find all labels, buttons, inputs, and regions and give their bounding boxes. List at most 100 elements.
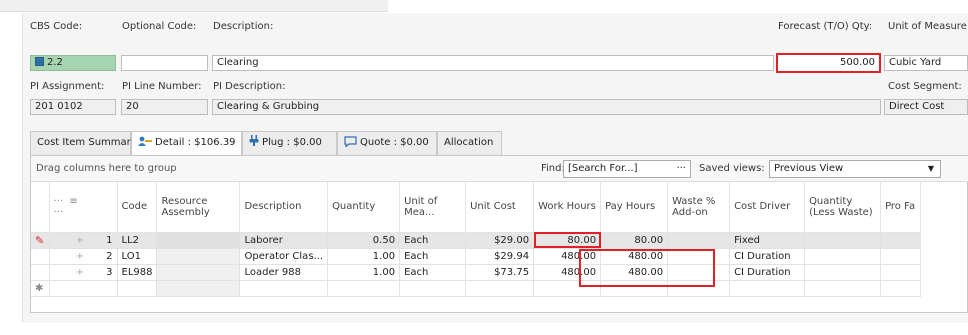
col-code[interactable]: Code — [117, 182, 158, 233]
cell-qty-less[interactable] — [804, 248, 882, 265]
tab-detail[interactable]: Detail : $106.39 — [131, 131, 242, 156]
cell-description[interactable]: Operator Clas... — [239, 248, 329, 265]
col-waste[interactable]: Waste % Add-on — [667, 182, 731, 233]
description-field[interactable]: Clearing — [212, 55, 774, 71]
top-shade — [0, 0, 388, 12]
cell-code[interactable]: EL988 — [117, 264, 158, 281]
cell-quantity[interactable]: 1.00 — [327, 248, 401, 265]
new-row-cell[interactable] — [117, 280, 158, 297]
cell-quantity[interactable]: 0.50 — [327, 232, 401, 249]
header-row: ··· ≡ ··· Code Resource Assembly Descript… — [31, 182, 922, 233]
expand-icon[interactable]: + 3 — [49, 264, 118, 281]
cell-work-hours[interactable]: 80.00 — [533, 232, 602, 249]
col-work-hours[interactable]: Work Hours — [533, 182, 602, 233]
cell-resource[interactable] — [156, 248, 241, 265]
cell-pay-hours[interactable]: 480.00 — [600, 248, 669, 265]
cell-resource[interactable] — [156, 264, 241, 281]
tab-cost-item-summary[interactable]: Cost Item Summary — [30, 131, 137, 155]
tab-label: Allocation — [444, 137, 494, 148]
new-row[interactable]: ✱ — [31, 280, 922, 297]
new-row-cell[interactable] — [327, 280, 401, 297]
cell-waste[interactable] — [667, 232, 731, 249]
cell-unit[interactable]: Each — [399, 248, 467, 265]
col-unit-cost[interactable]: Unit Cost — [465, 182, 535, 233]
column-chooser-icon[interactable]: ··· ≡ ··· — [54, 196, 78, 218]
row-number: 2 — [106, 250, 113, 262]
quote-bubble-icon — [344, 136, 357, 148]
cell-cost-driver[interactable]: CI Duration — [729, 248, 806, 265]
cbs-picker-icon[interactable] — [35, 56, 44, 66]
new-row-cell[interactable] — [667, 280, 731, 297]
row-indicator — [31, 248, 50, 265]
col-quantity[interactable]: Quantity — [327, 182, 401, 233]
tab-plug[interactable]: Plug : $0.00 — [242, 131, 337, 155]
cell-description[interactable]: Laborer — [239, 232, 329, 249]
cell-unit-cost[interactable]: $73.75 — [465, 264, 535, 281]
cell-code[interactable]: LO1 — [117, 248, 158, 265]
cell-unit[interactable]: Each — [399, 264, 467, 281]
table-row[interactable]: + 3 EL988 Loader 988 1.00 Each $73.75 48… — [31, 264, 922, 281]
expand-icon[interactable]: + 1 — [49, 232, 118, 249]
new-row-cell[interactable] — [49, 280, 118, 297]
cell-work-hours[interactable]: 480.00 — [533, 248, 602, 265]
cell-cost-driver[interactable]: CI Duration — [729, 264, 806, 281]
cell-unit[interactable]: Each — [399, 232, 467, 249]
expand-icon[interactable]: + 2 — [49, 248, 118, 265]
tab-quote[interactable]: Quote : $0.00 — [337, 131, 437, 155]
cell-qty-less[interactable] — [804, 232, 882, 249]
cell-qty-less[interactable] — [804, 264, 882, 281]
new-row-cell[interactable] — [399, 280, 467, 297]
col-description[interactable]: Description — [239, 182, 329, 233]
group-panel[interactable]: Drag columns here to group Find: [Search… — [31, 156, 968, 182]
detail-table: ··· ≡ ··· Code Resource Assembly Descript… — [31, 182, 922, 297]
cell-unit-cost[interactable]: $29.00 — [465, 232, 535, 249]
cell-unit-cost[interactable]: $29.94 — [465, 248, 535, 265]
col-pro[interactable]: Pro Fa — [880, 182, 922, 233]
chevron-down-icon: ▼ — [927, 164, 934, 173]
cell-pro[interactable] — [880, 248, 922, 265]
row-number: 1 — [106, 234, 113, 246]
saved-views-select[interactable]: Previous View ▼ — [769, 160, 941, 178]
cell-pay-hours[interactable]: 480.00 — [600, 264, 669, 281]
find-options-button[interactable]: ··· — [676, 161, 686, 177]
cell-cost-driver[interactable]: Fixed — [729, 232, 806, 249]
forecast-qty-field[interactable]: 500.00 — [776, 53, 881, 73]
cost-segment-field: Direct Cost — [884, 99, 968, 115]
cell-pay-hours[interactable]: 80.00 — [600, 232, 669, 249]
col-cost-driver[interactable]: Cost Driver — [729, 182, 806, 233]
table-row[interactable]: ✎ + 1 LL2 Laborer 0.50 Each $29.00 80.00… — [31, 232, 922, 249]
cell-quantity[interactable]: 1.00 — [327, 264, 401, 281]
find-input[interactable]: [Search For...] ··· — [563, 160, 691, 178]
new-row-cell[interactable] — [239, 280, 329, 297]
col-pay-hours[interactable]: Pay Hours — [600, 182, 669, 233]
new-row-cell[interactable] — [729, 280, 806, 297]
new-row-cell[interactable] — [880, 280, 922, 297]
cell-pro[interactable] — [880, 232, 922, 249]
cell-description[interactable]: Loader 988 — [239, 264, 329, 281]
cell-waste[interactable] — [667, 248, 731, 265]
cell-resource[interactable] — [156, 232, 241, 249]
col-unit-of-measure[interactable]: Unit of Mea... — [399, 182, 467, 233]
new-row-cell[interactable] — [465, 280, 535, 297]
new-row-cell[interactable] — [533, 280, 602, 297]
col-qty-less-waste[interactable]: Quantity (Less Waste) — [804, 182, 882, 233]
new-row-cell[interactable] — [600, 280, 669, 297]
find-placeholder: [Search For...] — [568, 163, 638, 174]
worker-icon — [138, 136, 152, 146]
new-row-cell[interactable] — [156, 280, 241, 297]
optional-code-field[interactable] — [121, 55, 208, 71]
cell-waste[interactable] — [667, 264, 731, 281]
cell-work-hours[interactable]: 480.00 — [533, 264, 602, 281]
row-indicator: ✎ — [31, 232, 50, 249]
cbs-code-field[interactable]: 2.2 — [30, 55, 116, 71]
cell-code[interactable]: LL2 — [117, 232, 158, 249]
new-row-cell[interactable] — [804, 280, 882, 297]
tab-label: Plug : $0.00 — [262, 137, 322, 148]
window-top-strip — [0, 0, 968, 13]
table-row[interactable]: + 2 LO1 Operator Clas... 1.00 Each $29.9… — [31, 248, 922, 265]
col-resource-assembly[interactable]: Resource Assembly — [156, 182, 241, 233]
column-chooser-header[interactable]: ··· ≡ ··· — [49, 182, 118, 233]
uom-field[interactable]: Cubic Yard — [884, 55, 968, 71]
cell-pro[interactable] — [880, 264, 922, 281]
tab-allocation[interactable]: Allocation — [437, 131, 502, 155]
